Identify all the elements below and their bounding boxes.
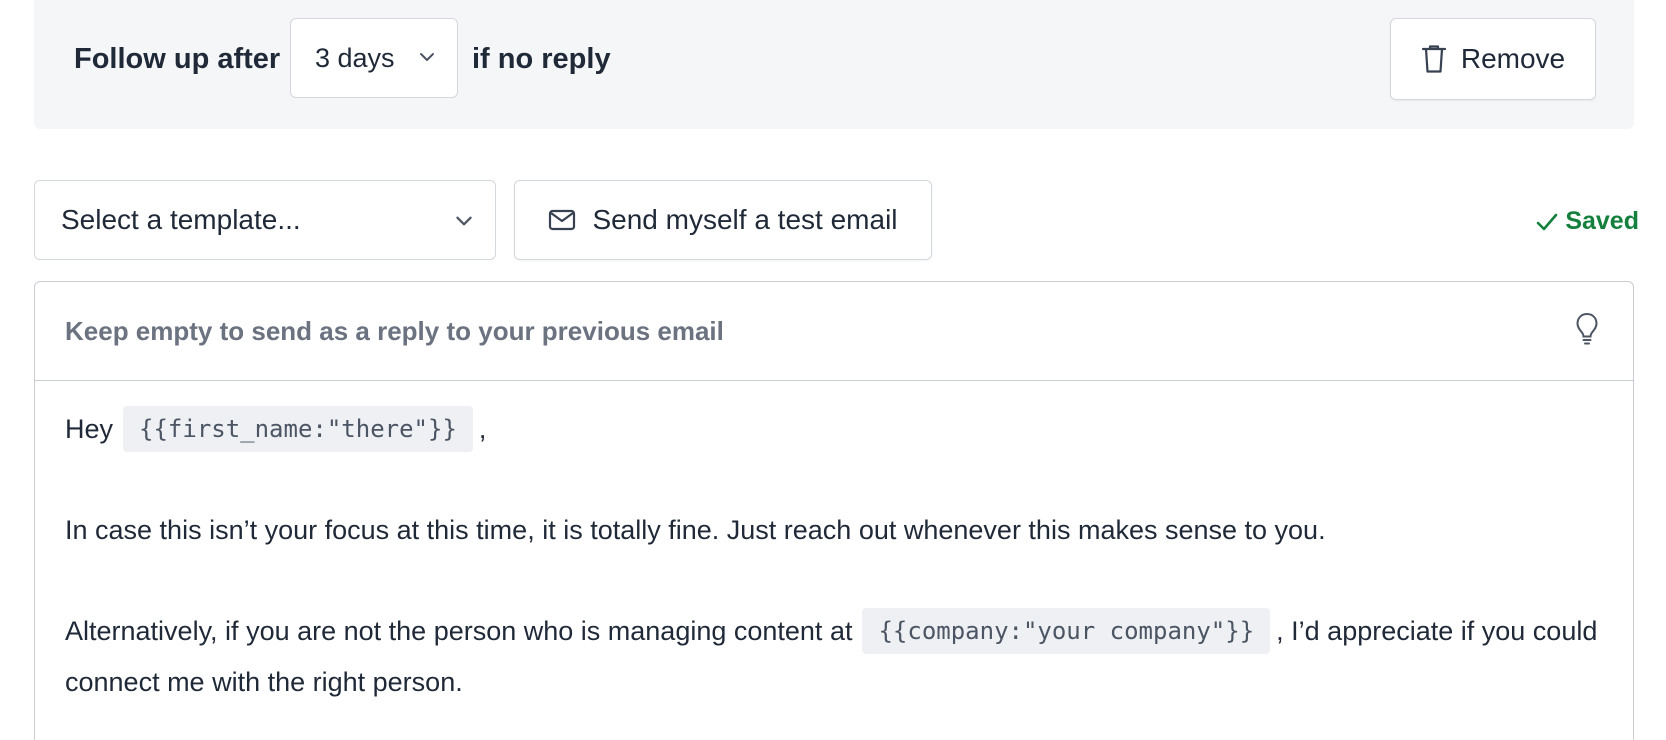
email-body[interactable]: Hey {{first_name:"there"}}, In case this … (65, 404, 1603, 740)
remove-step-label: Remove (1460, 43, 1566, 74)
body-paragraph-1: In case this isn’t your focus at this ti… (65, 515, 1326, 545)
body-paragraph-2: Alternatively, if you are not the person… (65, 606, 1603, 708)
lightbulb-icon[interactable] (1575, 312, 1599, 346)
greeting-line: Hey {{first_name:"there"}}, (65, 404, 1603, 455)
mail-icon (549, 209, 576, 231)
send-test-email-button[interactable]: Send myself a test email (514, 180, 932, 260)
send-test-email-label: Send myself a test email (592, 204, 898, 235)
followup-suffix-label: if no reply (472, 43, 611, 75)
template-select-placeholder: Select a template... (61, 204, 301, 235)
followup-panel: Follow up after 3 days if no reply Remov… (34, 0, 1634, 129)
greeting-text: Hey (65, 414, 114, 444)
sequence-step-editor: Follow up after 3 days if no reply Remov… (0, 0, 1666, 740)
check-icon (1537, 213, 1558, 230)
chevron-down-icon (420, 53, 434, 61)
followup-delay-value: 3 days (315, 42, 395, 73)
followup-delay-select[interactable]: 3 days (290, 18, 458, 98)
save-status-label: Saved (1565, 207, 1639, 235)
greeting-comma: , (478, 414, 487, 444)
paragraph-2-text: Alternatively, if you are not the person… (65, 616, 853, 646)
save-status-badge: Saved (1535, 207, 1639, 236)
trash-icon (1421, 45, 1446, 73)
chevron-down-icon (456, 216, 472, 226)
first-name-variable[interactable]: {{first_name:"there"}} (123, 406, 473, 452)
company-variable[interactable]: {{company:"your company"}} (862, 608, 1271, 654)
subject-input[interactable]: Keep empty to send as a reply to your pr… (65, 312, 724, 350)
followup-prefix-label: Follow up after (74, 43, 281, 75)
template-select[interactable]: Select a template... (34, 180, 496, 260)
remove-step-button[interactable]: Remove (1390, 18, 1596, 100)
subject-row: Keep empty to send as a reply to your pr… (35, 282, 1633, 381)
email-editor: Keep empty to send as a reply to your pr… (34, 281, 1634, 740)
